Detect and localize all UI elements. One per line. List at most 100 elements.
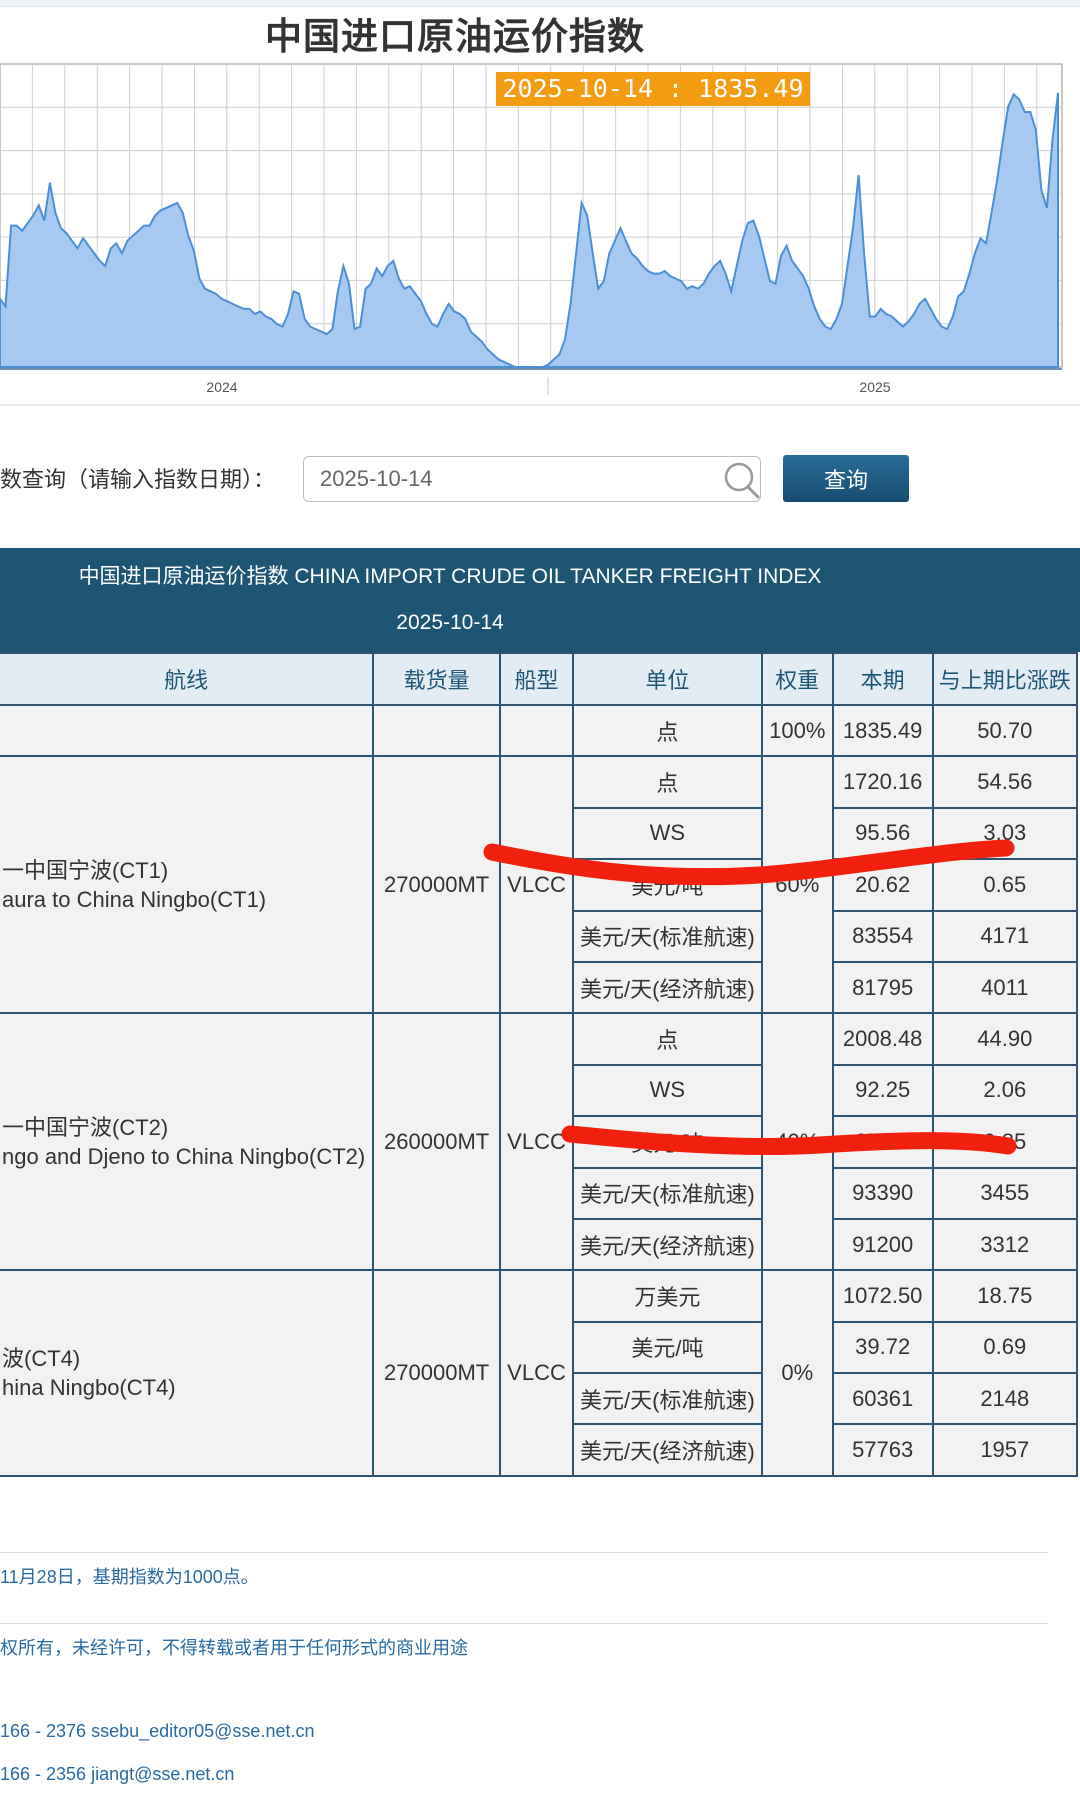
search-icon[interactable] [722,460,762,500]
col-header-unit: 单位 [571,652,763,706]
table-row: 波(CT4) hina Ningbo(CT4) 270000MT VLCC 万美元 0% 1… [0,1269,1079,1477]
cell-unit: 点 [571,703,763,758]
cell-ship: VLCC [499,1012,574,1272]
cell-current: 2008.48 [831,1012,934,1066]
cell-change: 3.03 [931,806,1079,861]
table-row-index: 点 100% 1835.49 50.70 [0,703,1079,758]
query-button[interactable]: 查询 [783,455,909,502]
cell-change: 0.69 [931,1320,1079,1375]
cell-unit: 点 [571,755,763,809]
cell-unit: 美元/天(标准航速) [571,909,763,963]
cell-weight: 60% [760,755,834,1015]
cell-change: 50.70 [931,703,1079,758]
cell-current: 81795 [831,960,934,1015]
cell-change: 2.06 [931,1063,1079,1118]
footer-divider [0,1623,1048,1624]
route-name-en: ngo and Djeno to China Ningbo(CT2) [2,1143,366,1169]
cell-current: 1720.16 [831,755,934,809]
route-name-en: aura to China Ningbo(CT1) [2,886,267,912]
cell-unit: 美元/天(标准航速) [571,1372,763,1426]
cell-change: 54.56 [931,755,1079,809]
col-header-ship: 船型 [499,652,574,706]
cell-ship [499,703,574,758]
cell-current: 37.88 [831,1115,934,1169]
col-header-route: 航线 [0,652,375,706]
cell-ship: VLCC [499,1269,574,1477]
cell-current: 57763 [831,1423,934,1477]
cell-unit: 美元/天(标准航速) [571,1166,763,1220]
table-row: 一中国宁波(CT1) aura to China Ningbo(CT1) 27000… [0,755,1079,1015]
cell-ship: VLCC [499,755,574,1015]
cell-change: 3455 [931,1166,1079,1220]
cell-cargo: 270000MT [372,755,502,1015]
footer-contact[interactable]: 166 - 2356 jiangt@sse.net.cn [0,1764,234,1785]
cell-current: 60361 [831,1372,934,1426]
cell-change: 2148 [931,1372,1079,1426]
cell-current: 39.72 [831,1320,934,1375]
cell-weight: 40% [760,1012,834,1272]
route-name-cn: 一中国宁波(CT1) [2,857,169,883]
cell-unit: 美元/天(经济航速) [571,1217,763,1272]
footer-divider [0,1552,1048,1553]
cell-change: 1957 [931,1423,1079,1477]
cell-unit: WS [571,1063,763,1118]
cell-unit: 美元/吨 [571,858,763,912]
cell-unit: WS [571,806,763,861]
x-tick-label: 2024 [206,379,237,395]
cell-route: 一中国宁波(CT1) aura to China Ningbo(CT1) [0,755,375,1015]
cell-current: 91200 [831,1217,934,1272]
freight-index-chart[interactable]: 2024 2025 [0,62,1080,402]
route-name-cn: 一中国宁波(CT2) [2,1114,169,1140]
cell-unit: 美元/天(经济航速) [571,960,763,1015]
cell-route [0,703,375,758]
route-name-cn: 波(CT4) [2,1346,81,1372]
date-input[interactable] [303,456,761,502]
chart-x-axis: 2024 2025 [0,368,1062,395]
x-tick-label: 2025 [859,379,890,395]
cell-current: 20.62 [831,858,934,912]
table-header-banner: 中国进口原油运价指数 CHINA IMPORT CRUDE OIL TANKER… [0,548,1080,652]
cell-route: 波(CT4) hina Ningbo(CT4) [0,1269,375,1477]
cell-current: 1072.50 [831,1269,934,1323]
cell-current: 93390 [831,1166,934,1220]
query-label: 数查询（请输入指数日期）： [0,468,276,493]
cell-unit: 点 [571,1012,763,1066]
cell-current: 95.56 [831,806,934,861]
cell-current: 1835.49 [831,703,934,758]
col-header-change: 与上期比涨跌 [931,652,1079,706]
chart-tooltip: 2025-10-14 : 1835.49 [496,72,810,106]
cell-change: 4171 [931,909,1079,963]
freight-index-table: 航线 载货量 船型 单位 权重 本期 与上期比涨跌 点 100% 1835.49… [0,652,1079,1477]
cell-current: 83554 [831,909,934,963]
col-header-weight: 权重 [760,652,834,706]
cell-unit: 美元/吨 [571,1320,763,1375]
cell-route: 一中国宁波(CT2) ngo and Djeno to China Ningbo(… [0,1012,375,1272]
chart-separator [0,404,1080,406]
cell-current: 92.25 [831,1063,934,1118]
chart-title: 中国进口原油运价指数 [265,14,645,58]
cell-unit: 万美元 [571,1269,763,1323]
footer-contact[interactable]: 166 - 2376 ssebu_editor05@sse.net.cn [0,1721,314,1742]
cell-change: 44.90 [931,1012,1079,1066]
table-header-row: 航线 载货量 船型 单位 权重 本期 与上期比涨跌 [0,652,1079,706]
table-title: 中国进口原油运价指数 CHINA IMPORT CRUDE OIL TANKER… [78,565,822,588]
cell-change: 0.85 [931,1115,1079,1169]
cell-change: 3312 [931,1217,1079,1272]
cell-change: 0.65 [931,858,1079,912]
footer-note: 11月28日，基期指数为1000点。 [0,1567,259,1587]
footer-copyright: 权所有，未经许可，不得转载或者用于任何形式的商业用途 [0,1638,468,1658]
col-header-cargo: 载货量 [372,652,502,706]
cell-weight: 0% [760,1269,834,1477]
cell-unit: 美元/天(经济航速) [571,1423,763,1477]
cell-cargo [372,703,502,758]
cell-cargo: 260000MT [372,1012,502,1272]
table-date: 2025-10-14 [396,611,504,634]
cell-change: 4011 [931,960,1079,1015]
col-header-current: 本期 [831,652,934,706]
route-name-en: hina Ningbo(CT4) [2,1375,176,1401]
cell-weight: 100% [760,703,834,758]
cell-unit: 美元/吨 [571,1115,763,1169]
table-row: 一中国宁波(CT2) ngo and Djeno to China Ningbo(… [0,1012,1079,1272]
cell-change: 18.75 [931,1269,1079,1323]
cell-cargo: 270000MT [372,1269,502,1477]
